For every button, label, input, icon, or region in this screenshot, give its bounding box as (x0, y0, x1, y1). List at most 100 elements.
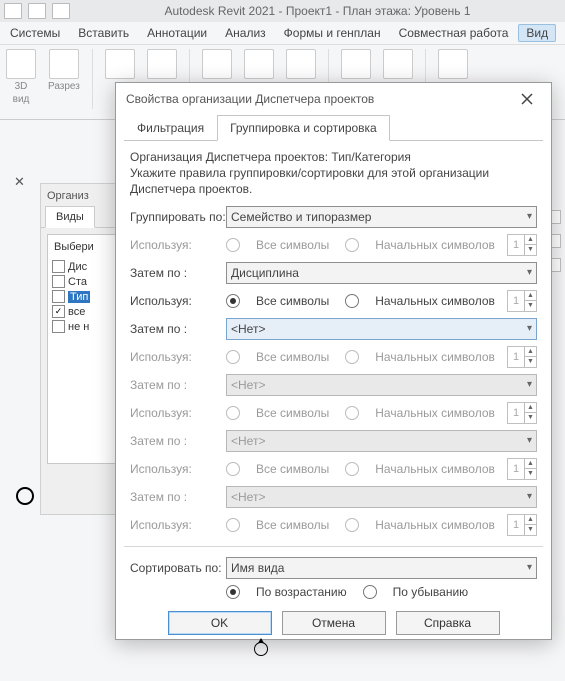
spin-value: 1 (508, 515, 524, 535)
radio-asc-label: По возрастанию (256, 585, 347, 599)
label-group-by: Группировать по: (130, 210, 226, 224)
help-button[interactable]: Справка (396, 611, 500, 635)
combo-then-by: <Нет>▾ (226, 430, 537, 452)
tool-icon (286, 49, 316, 79)
ribbon-section[interactable]: Разрез (48, 49, 80, 92)
tab-view[interactable]: Вид (518, 24, 556, 42)
radio-first[interactable] (345, 294, 359, 308)
ribbon-section-label: Разрез (48, 81, 80, 92)
ribbon-item[interactable] (202, 49, 232, 79)
spin-value: 1 (508, 235, 524, 255)
tree-label: все (68, 306, 85, 318)
checkbox[interactable] (52, 260, 65, 273)
dialog-title: Свойства организации Диспетчера проектов (126, 92, 374, 106)
label-then-by: Затем по : (130, 322, 226, 336)
radio-all (226, 350, 240, 364)
spin-value: 1 (508, 291, 524, 311)
radio-first-label: Начальных символов (375, 462, 495, 476)
tab-massing[interactable]: Формы и генплан (276, 24, 389, 42)
browser-org-dialog: Свойства организации Диспетчера проектов… (115, 82, 552, 640)
combo-then-by-active[interactable]: <Нет> ▾ (226, 318, 537, 340)
qat-icon[interactable] (4, 3, 22, 19)
dialog-titlebar: Свойства организации Диспетчера проектов (116, 83, 551, 115)
tool-icon (383, 49, 413, 79)
cancel-button[interactable]: Отмена (282, 611, 386, 635)
tab-annotate[interactable]: Аннотации (139, 24, 215, 42)
qat-icon[interactable] (28, 3, 46, 19)
ribbon-item[interactable] (286, 49, 316, 79)
ribbon-tabs: Системы Вставить Аннотации Анализ Формы … (0, 22, 565, 45)
checkbox[interactable] (52, 275, 65, 288)
combo-then-by[interactable]: Дисциплина▾ (226, 262, 537, 284)
radio-first-label: Начальных символов (375, 238, 495, 252)
busy-cursor-icon (254, 642, 266, 654)
tree-label: Дис (68, 261, 87, 273)
combo-value: Семейство и типоразмер (231, 210, 371, 224)
tab-insert[interactable]: Вставить (70, 24, 137, 42)
busy-cursor-icon (16, 487, 34, 505)
ribbon-item[interactable] (244, 49, 274, 79)
ribbon-item[interactable] (383, 49, 413, 79)
close-button[interactable] (513, 87, 541, 111)
radio-all[interactable] (226, 294, 240, 308)
combo-value: <Нет> (231, 490, 265, 504)
spin-count: 1▲▼ (507, 290, 537, 312)
ok-button[interactable]: OK (168, 611, 272, 635)
spin-count: 1▲▼ (507, 346, 537, 368)
combo-group-by[interactable]: Семейство и типоразмер▾ (226, 206, 537, 228)
tab-filter[interactable]: Фильтрация (124, 115, 217, 141)
ribbon-separator (92, 49, 93, 109)
label-then-by: Затем по : (130, 490, 226, 504)
checkbox[interactable] (52, 305, 65, 318)
tool-icon (202, 49, 232, 79)
chevron-down-icon: ▾ (527, 323, 532, 334)
qat-icon[interactable] (52, 3, 70, 19)
radio-all-label: Все символы (256, 294, 329, 308)
radio-all (226, 238, 240, 252)
radio-first-label: Начальных символов (375, 350, 495, 364)
titlebar: Autodesk Revit 2021 - Проект1 - План эта… (0, 0, 565, 22)
radio-all-label: Все символы (256, 406, 329, 420)
checkbox[interactable] (52, 320, 65, 333)
radio-first (345, 518, 359, 532)
tool-icon (341, 49, 371, 79)
radio-first (345, 406, 359, 420)
panel-tab-views[interactable]: Виды (45, 206, 95, 228)
label-then-by: Затем по : (130, 266, 226, 280)
radio-first-label: Начальных символов (375, 406, 495, 420)
combo-value: <Нет> (231, 322, 265, 336)
separator (124, 546, 543, 547)
chevron-down-icon: ▾ (527, 379, 532, 390)
ribbon-item[interactable] (341, 49, 371, 79)
chevron-down-icon: ▾ (527, 562, 532, 573)
intro-desc: Укажите правила группировки/сортировки д… (130, 165, 537, 197)
chevron-down-icon: ▾ (527, 267, 532, 278)
label-using: Используя: (130, 350, 226, 364)
checkbox[interactable] (52, 290, 65, 303)
app-title: Autodesk Revit 2021 - Проект1 - План эта… (70, 4, 565, 18)
radio-descending[interactable] (363, 585, 377, 599)
ribbon-3d[interactable]: 3D вид (6, 49, 36, 105)
radio-all-label: Все символы (256, 238, 329, 252)
tab-collab[interactable]: Совместная работа (391, 24, 517, 42)
ribbon-item[interactable] (147, 49, 177, 79)
label-sort-by: Сортировать по: (130, 561, 226, 575)
close-icon[interactable]: ✕ (14, 174, 25, 190)
spin-count: 1▲▼ (507, 402, 537, 424)
radio-desc-label: По убыванию (393, 585, 469, 599)
radio-all (226, 406, 240, 420)
radio-all (226, 462, 240, 476)
tab-grouping[interactable]: Группировка и сортировка (217, 115, 390, 141)
tab-systems[interactable]: Системы (2, 24, 68, 42)
tool-icon (147, 49, 177, 79)
label-using: Используя: (130, 518, 226, 532)
radio-ascending[interactable] (226, 585, 240, 599)
spin-value: 1 (508, 459, 524, 479)
tab-analyze[interactable]: Анализ (217, 24, 274, 42)
ribbon-item[interactable] (105, 49, 135, 79)
combo-sort-by[interactable]: Имя вида▾ (226, 557, 537, 579)
radio-first (345, 462, 359, 476)
tree-label: Ста (68, 276, 87, 288)
cube-icon (6, 49, 36, 79)
dialog-tabs: Фильтрация Группировка и сортировка (124, 115, 543, 141)
